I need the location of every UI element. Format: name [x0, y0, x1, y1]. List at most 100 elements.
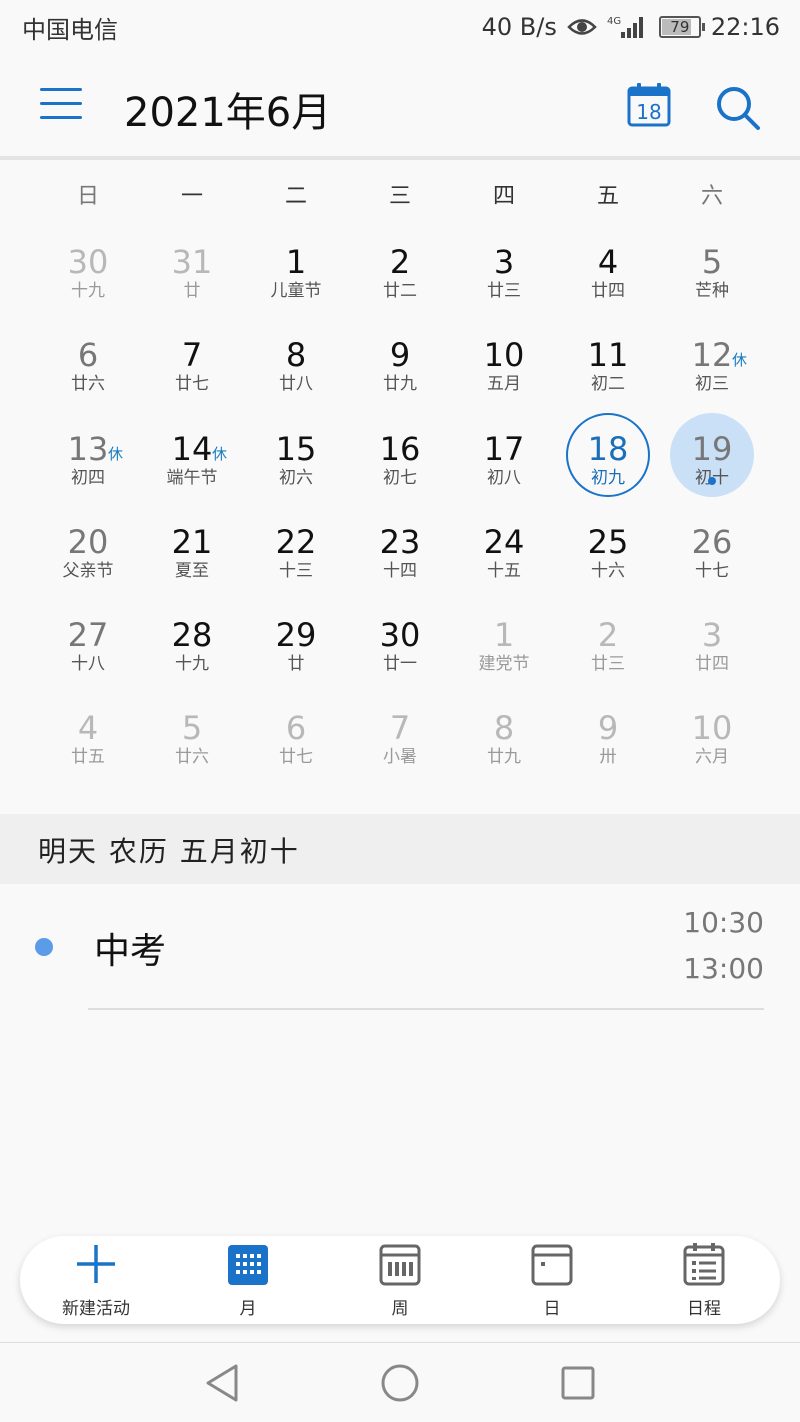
day-cell[interactable]: 7 小暑 [348, 686, 452, 779]
weekday-label: 五 [596, 184, 619, 209]
lunar-label: 十九 [71, 281, 105, 301]
bottom-nav: 新建活动 月 周 日 日程 [20, 1236, 780, 1324]
day-cell[interactable]: 30 十九 [36, 220, 140, 313]
day-cell[interactable]: 27 十八 [36, 593, 140, 686]
day-cell[interactable]: 29 廿 [244, 593, 348, 686]
menu-icon[interactable] [40, 88, 84, 122]
day-number: 24 [483, 522, 525, 561]
day-number: 9 [597, 709, 619, 748]
status-bar: 中国电信 40 B/s 4G 79 22:16 [0, 0, 800, 54]
day-number: 6 [77, 336, 99, 375]
today-icon[interactable]: 18 [626, 82, 672, 128]
tab-week[interactable]: 周 [324, 1236, 476, 1324]
new-event-button[interactable]: 新建活动 [20, 1236, 172, 1324]
day-cell[interactable]: 8 廿八 [244, 313, 348, 406]
lunar-label: 儿童节 [270, 281, 322, 301]
lunar-label: 父亲节 [62, 560, 114, 581]
day-cell[interactable]: 7 廿七 [140, 313, 244, 406]
day-number: 4 [597, 243, 619, 281]
day-cell[interactable]: 4 廿五 [36, 686, 140, 779]
lunar-label: 初八 [487, 467, 521, 488]
day-cell[interactable]: 2 廿二 [348, 220, 452, 313]
lunar-label: 廿 [183, 281, 201, 301]
day-cell[interactable]: 9 廿九 [348, 313, 452, 406]
nav-label: 新建活动 [62, 1299, 130, 1319]
day-cell[interactable]: 24 十五 [452, 500, 556, 593]
lunar-label: 建党节 [478, 654, 530, 675]
day-cell[interactable]: 21 夏至 [140, 500, 244, 593]
event-item[interactable]: 中考 10:30 13:00 [0, 896, 800, 1010]
lunar-label: 廿七 [175, 374, 209, 395]
day-cell[interactable]: 30 廿一 [348, 593, 452, 686]
day-number: 7 [389, 709, 411, 748]
day-cell[interactable]: 4 廿四 [556, 220, 660, 313]
lunar-label: 五月 [487, 374, 521, 395]
weekday-label: 日 [76, 184, 99, 209]
day-number: 7 [181, 336, 203, 375]
day-cell[interactable]: 8 廿九 [452, 686, 556, 779]
weekday-label: 六 [700, 184, 723, 209]
tab-agenda[interactable]: 日程 [628, 1236, 780, 1324]
recents-icon[interactable] [560, 1363, 596, 1403]
day-number: 3 [701, 616, 723, 655]
day-cell[interactable]: 9卅 [556, 686, 660, 779]
clock: 22:16 [710, 13, 780, 41]
day-cell[interactable]: 13 初四休 [36, 407, 140, 500]
day-cell[interactable]: 3 廿四 [660, 593, 764, 686]
tab-day[interactable]: 日 [476, 1236, 628, 1324]
day-number: 22 [275, 522, 317, 561]
day-number: 28 [171, 616, 213, 655]
day-cell[interactable]: 12 初三休 [660, 313, 764, 406]
day-cell[interactable]: 28 十九 [140, 593, 244, 686]
lunar-label: 廿五 [71, 747, 105, 768]
day-cell[interactable]: 19初十 [660, 407, 764, 500]
lunar-label: 十七 [695, 560, 729, 581]
back-icon[interactable] [204, 1363, 240, 1403]
event-start-time: 10:30 [683, 906, 764, 939]
day-number: 16 [379, 429, 421, 468]
day-cell[interactable]: 14 端午节休 [140, 407, 244, 500]
lunar-label: 十五 [487, 560, 521, 581]
lunar-label: 廿六 [71, 374, 105, 395]
day-cell[interactable]: 6 廿七 [244, 686, 348, 779]
day-cell[interactable]: 2 廿三 [556, 593, 660, 686]
day-cell[interactable]: 1 建党节 [452, 593, 556, 686]
eye-comfort-icon [567, 19, 597, 35]
lunar-label: 初九 [591, 467, 625, 488]
day-cell[interactable]: 25 十六 [556, 500, 660, 593]
day-cell[interactable]: 31 廿 [140, 220, 244, 313]
day-cell[interactable]: 16 初七 [348, 407, 452, 500]
lunar-label: 十六 [591, 560, 625, 581]
day-cell[interactable]: 5 廿六 [140, 686, 244, 779]
lunar-label: 小暑 [383, 747, 417, 768]
lunar-label: 廿三 [487, 281, 521, 301]
day-cell[interactable]: 1 儿童节 [244, 220, 348, 313]
lunar-label: 初二 [591, 374, 625, 395]
day-cell[interactable]: 20 父亲节 [36, 500, 140, 593]
lunar-label: 十三 [279, 560, 313, 581]
lunar-label: 初七 [383, 467, 417, 488]
day-number: 6 [285, 709, 307, 748]
day-cell[interactable]: 26 十七 [660, 500, 764, 593]
day-cell[interactable]: 11 初二 [556, 313, 660, 406]
day-number: 2 [597, 616, 619, 655]
day-cell[interactable]: 18 初九 [556, 407, 660, 500]
day-cell[interactable]: 6 廿六 [36, 313, 140, 406]
day-cell[interactable]: 23 十四 [348, 500, 452, 593]
lunar-label: 十四 [383, 560, 417, 581]
home-icon[interactable] [380, 1363, 420, 1403]
day-cell[interactable]: 10 五月 [452, 313, 556, 406]
agenda-date-header: 明天 农历 五月初十 [0, 814, 800, 884]
search-icon[interactable] [714, 84, 762, 132]
day-cell[interactable]: 3 廿三 [452, 220, 556, 313]
day-cell[interactable]: 17 初八 [452, 407, 556, 500]
day-cell[interactable]: 15 初六 [244, 407, 348, 500]
signal-icon: 4G [607, 16, 643, 38]
day-number: 27 [67, 616, 109, 655]
tab-month[interactable]: 月 [172, 1236, 324, 1324]
day-cell[interactable]: 10 六月 [660, 686, 764, 779]
day-cell[interactable]: 22 十三 [244, 500, 348, 593]
day-number: 9 [389, 336, 411, 375]
day-cell[interactable]: 5 芒种 [660, 220, 764, 313]
day-number: 14 [171, 429, 213, 468]
